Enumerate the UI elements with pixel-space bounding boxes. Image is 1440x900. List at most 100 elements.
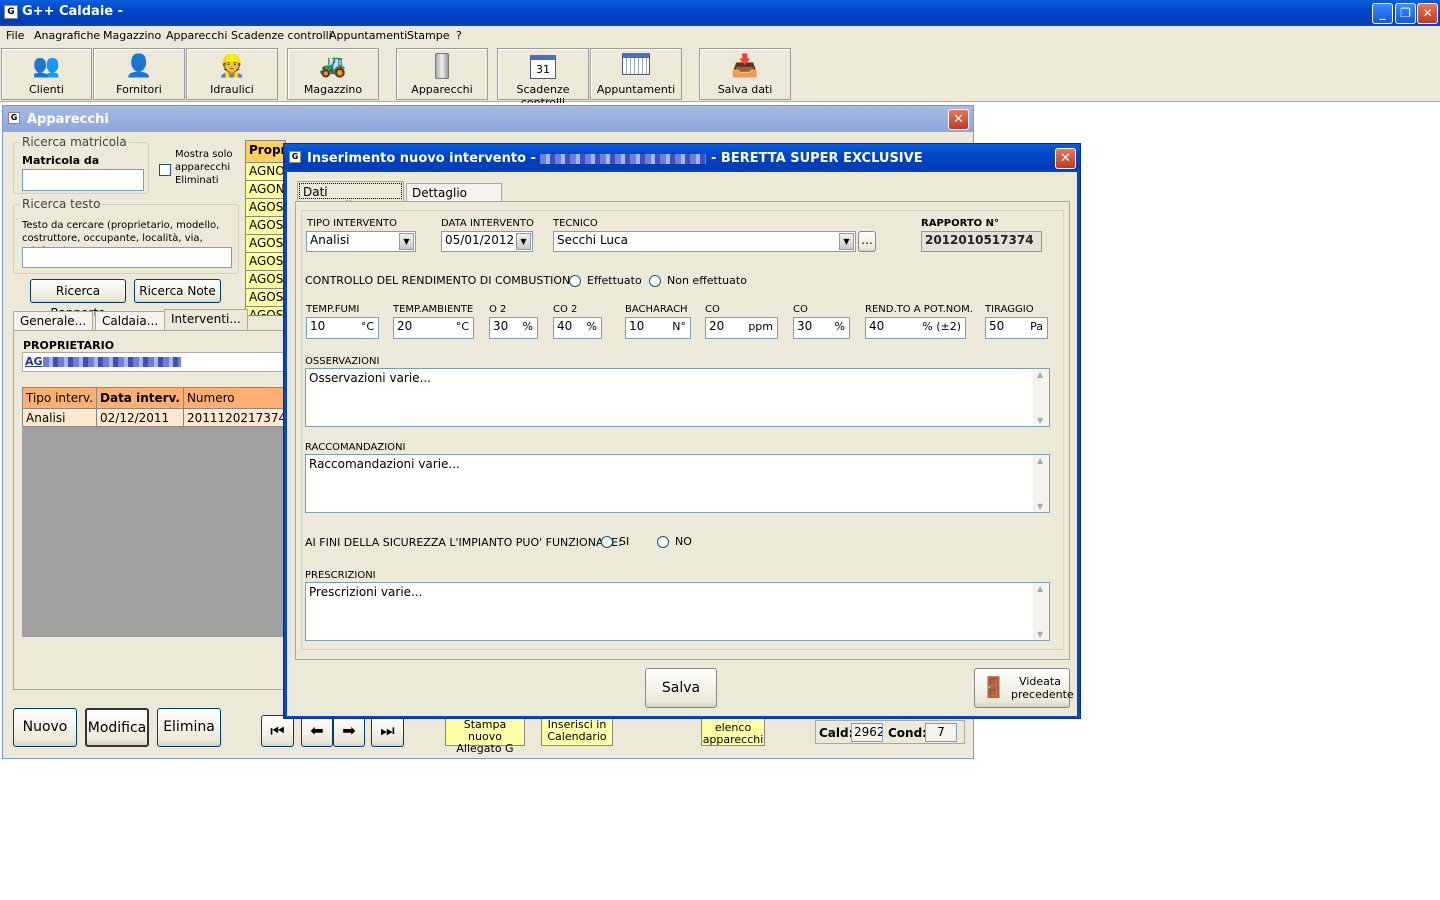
list-header[interactable]: Propr [246,141,285,163]
measure-input[interactable]: 10 °C [306,317,379,339]
mostra-eliminati-checkbox[interactable] [159,164,171,176]
minimize-button[interactable]: _ [1372,3,1393,24]
videata-precedente-button[interactable]: 🚪 Videata precedente [974,668,1074,708]
restore-button[interactable]: ❐ [1395,3,1416,24]
menu-anagrafiche[interactable]: Anagrafiche [34,29,100,42]
menu-scadenze-controlli[interactable]: Scadenze controlli [231,29,332,42]
redacted-text [42,357,181,367]
tab-caldaia[interactable]: Caldaia... [95,311,166,330]
menu-apparecchi[interactable]: Apparecchi [166,29,227,42]
list-item[interactable]: AGOS [246,199,285,217]
measure-label: TEMP.AMBIENTE [393,304,474,315]
elenco-apparecchi-button[interactable]: elenco apparecchi [701,718,765,746]
cald-label: Cald: [819,726,854,740]
measure-unit: °C [455,320,469,333]
tab-interventi[interactable]: Interventi... [164,309,248,330]
osservazioni-label: OSSERVAZIONI [305,356,380,367]
scrollbar[interactable] [1033,455,1049,512]
tab-dettaglio-flag[interactable]: Dettaglio flag... [406,183,502,214]
measure-input[interactable]: 30% [489,317,538,339]
next-record-button[interactable]: ➡ [333,715,365,747]
ricerca-rapporto-button[interactable]: Ricerca Rapporto [30,279,126,320]
non-effettuato-radio[interactable] [649,275,661,287]
tab-dati-generali[interactable]: Dati generali...... [297,181,404,213]
measure-input[interactable]: 30% [793,317,850,339]
table-cell: 2011120217374 [182,408,291,427]
table-row[interactable]: Analisi02/12/20112011120217374N [21,408,307,427]
list-item[interactable]: AGOS [246,307,285,315]
list-item[interactable]: AGOS [246,289,285,307]
menu-help[interactable]: ? [456,29,462,42]
first-arrow-icon: ⏮ [270,721,285,740]
measure-input[interactable]: 20 ppm [705,317,778,339]
dropdown-arrow-icon[interactable]: ▼ [516,233,531,250]
measure-input[interactable]: 40% (±2) [865,317,966,339]
column-header[interactable]: Numero [182,387,291,409]
measure-label: CO 2 [553,304,578,315]
sicurezza-no-radio[interactable] [657,536,669,548]
data-intervento-label: DATA INTERVENTO [441,218,534,229]
toolbar-clienti-button[interactable]: 👥 Clienti [1,48,92,100]
dialog-icon: G [289,151,301,163]
tecnico-select[interactable]: Secchi Luca ▼ [553,231,856,252]
matricola-input[interactable] [22,169,144,191]
list-item[interactable]: AGOS [246,271,285,289]
measure-label: TEMP.FUMI [306,304,360,315]
measure-input[interactable]: 20 °C [393,317,474,339]
raccomandazioni-textarea[interactable]: Raccomandazioni varie... [305,454,1050,513]
list-item[interactable]: AGOS [246,253,285,271]
list-item[interactable]: AGON [246,181,285,199]
data-intervento-picker[interactable]: 05/01/2012 ▼ [441,231,533,252]
apparecchi-close-button[interactable]: ✕ [948,109,969,130]
toolbar-apparecchi-button[interactable]: Apparecchi [396,48,488,100]
measure-input[interactable]: 50 Pa [985,317,1048,339]
stampa-allegato-button[interactable]: Stampa nuovo Allegato G [445,718,525,755]
save-download-icon: 📥 [731,54,759,79]
scrollbar[interactable] [1033,369,1049,426]
measure-input[interactable]: 40% [553,317,602,339]
dropdown-arrow-icon[interactable]: ▼ [839,233,854,250]
menu-magazzino[interactable]: Magazzino [103,29,161,42]
salva-button[interactable]: Salva [645,668,717,708]
inserisci-calendario-button[interactable]: Inserisci in Calendario [541,718,613,746]
toolbar-salva-dati-button[interactable]: 📥 Salva dati [699,48,791,100]
toolbar-idraulici-button[interactable]: 👷 Idraulici [186,48,278,100]
list-item[interactable]: AGNO [246,163,285,181]
column-header[interactable]: Tipo interv. [21,387,98,409]
prescrizioni-textarea[interactable]: Prescrizioni varie... [305,582,1050,641]
list-item[interactable]: AGOS [246,235,285,253]
tipo-intervento-select[interactable]: Analisi ▼ [306,231,416,252]
toolbar-scadenze-button[interactable]: 31Scadenze controlli [497,48,589,109]
toolbar-appuntamenti-button[interactable]: Appuntamenti [590,48,682,100]
column-header[interactable]: Data interv. [96,387,184,409]
tecnico-more-button[interactable]: ... [858,231,876,252]
menu-file[interactable]: File [6,29,24,42]
osservazioni-textarea[interactable]: Osservazioni varie... [305,368,1050,427]
measure-input[interactable]: 10 N° [625,317,691,339]
scrollbar[interactable] [1033,583,1049,640]
last-record-button[interactable]: ⏭ [371,715,404,747]
prev-record-button[interactable]: ⬅ [301,715,333,747]
dati-generali-inner: TIPO INTERVENTO Analisi ▼ DATA INTERVENTO… [301,210,1064,650]
ricerca-note-button[interactable]: Ricerca Note [134,279,221,303]
testo-input[interactable] [22,247,232,268]
elimina-button[interactable]: Elimina [157,708,221,747]
effettuato-label: Effettuato [587,274,642,287]
dropdown-arrow-icon[interactable]: ▼ [399,233,414,250]
sicurezza-si-radio[interactable] [601,536,613,548]
first-record-button[interactable]: ⏮ [261,715,294,747]
tab-generale[interactable]: Generale... [13,311,94,330]
close-button[interactable]: ✕ [1417,3,1438,24]
list-item[interactable]: AGOS [246,217,285,235]
apparecchi-list: Propr AGNO AGON AGOS AGOS AGOS AGOS AGOS AGOS AG… [245,140,286,316]
toolbar-magazzino-button[interactable]: 🚜 Magazzino [287,48,379,100]
effettuato-radio[interactable] [569,275,581,287]
modifica-button[interactable]: Modifica [85,708,149,747]
measure-unit: °C [360,320,374,333]
menu-stampe[interactable]: Stampe [407,29,450,42]
toolbar-fornitori-button[interactable]: 👤 Fornitori [93,48,185,100]
nuovo-button[interactable]: Nuovo [13,708,77,747]
person-icon: 👤 [125,54,153,79]
menu-appuntamenti[interactable]: Appuntamenti [329,29,407,42]
dialog-close-button[interactable]: ✕ [1055,148,1076,169]
